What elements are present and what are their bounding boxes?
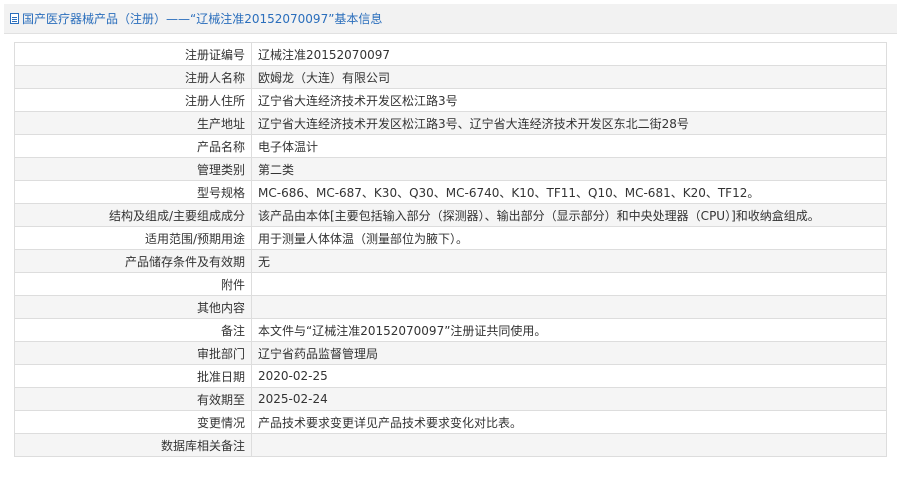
row-value xyxy=(251,295,887,319)
row-value: 欧姆龙（大连）有限公司 xyxy=(251,65,887,89)
table-row-storage-validity: 产品储存条件及有效期 无 xyxy=(14,249,887,273)
row-value: 产品技术要求变更详见产品技术要求变化对比表。 xyxy=(251,410,887,434)
table-row-structure-composition: 结构及组成/主要组成成分 该产品由本体[主要包括输入部分（探测器）、输出部分（显… xyxy=(14,203,887,227)
row-value: 辽宁省大连经济技术开发区松江路3号 xyxy=(251,88,887,112)
row-label: 审批部门 xyxy=(14,341,252,365)
detail-table-body: 注册证编号 辽械注准20152070097 注册人名称 欧姆龙（大连）有限公司 … xyxy=(14,42,887,457)
row-label: 变更情况 xyxy=(14,410,252,434)
detail-table: 注册证编号 辽械注准20152070097 注册人名称 欧姆龙（大连）有限公司 … xyxy=(14,42,887,457)
page-header: 国产医疗器械产品（注册）——“辽械注准20152070097”基本信息 xyxy=(4,4,897,34)
row-label: 其他内容 xyxy=(14,295,252,319)
table-row-intended-use: 适用范围/预期用途 用于测量人体体温（测量部位为腋下）。 xyxy=(14,226,887,250)
row-value: 本文件与“辽械注准20152070097”注册证共同使用。 xyxy=(251,318,887,342)
row-label: 管理类别 xyxy=(14,157,252,181)
row-label: 生产地址 xyxy=(14,111,252,135)
row-label: 数据库相关备注 xyxy=(14,433,252,457)
row-label: 备注 xyxy=(14,318,252,342)
row-value: 电子体温计 xyxy=(251,134,887,158)
row-label: 注册人名称 xyxy=(14,65,252,89)
row-value: 用于测量人体体温（测量部位为腋下）。 xyxy=(251,226,887,250)
table-row-production-address: 生产地址 辽宁省大连经济技术开发区松江路3号、辽宁省大连经济技术开发区东北二街2… xyxy=(14,111,887,135)
row-label: 型号规格 xyxy=(14,180,252,204)
table-row-change-status: 变更情况 产品技术要求变更详见产品技术要求变化对比表。 xyxy=(14,410,887,434)
table-row-attachment: 附件 xyxy=(14,272,887,296)
row-label: 批准日期 xyxy=(14,364,252,388)
row-value xyxy=(251,272,887,296)
row-value: 辽械注准20152070097 xyxy=(251,42,887,66)
table-row-other-content: 其他内容 xyxy=(14,295,887,319)
document-icon xyxy=(10,13,19,24)
row-value: 2020-02-25 xyxy=(251,364,887,388)
row-value: MC-686、MC-687、K30、Q30、MC-6740、K10、TF11、Q… xyxy=(251,180,887,204)
row-label: 附件 xyxy=(14,272,252,296)
row-label: 注册证编号 xyxy=(14,42,252,66)
row-value: 辽宁省药品监督管理局 xyxy=(251,341,887,365)
table-row-remarks: 备注 本文件与“辽械注准20152070097”注册证共同使用。 xyxy=(14,318,887,342)
table-row-product-name: 产品名称 电子体温计 xyxy=(14,134,887,158)
table-row-valid-until: 有效期至 2025-02-24 xyxy=(14,387,887,411)
row-label: 产品名称 xyxy=(14,134,252,158)
row-label: 适用范围/预期用途 xyxy=(14,226,252,250)
table-row-registrant-name: 注册人名称 欧姆龙（大连）有限公司 xyxy=(14,65,887,89)
table-row-approval-date: 批准日期 2020-02-25 xyxy=(14,364,887,388)
row-value: 2025-02-24 xyxy=(251,387,887,411)
row-label: 产品储存条件及有效期 xyxy=(14,249,252,273)
row-value: 无 xyxy=(251,249,887,273)
table-row-management-category: 管理类别 第二类 xyxy=(14,157,887,181)
row-value: 第二类 xyxy=(251,157,887,181)
table-row-database-remarks: 数据库相关备注 xyxy=(14,433,887,457)
table-row-model-spec: 型号规格 MC-686、MC-687、K30、Q30、MC-6740、K10、T… xyxy=(14,180,887,204)
row-value: 辽宁省大连经济技术开发区松江路3号、辽宁省大连经济技术开发区东北二街28号 xyxy=(251,111,887,135)
row-label: 结构及组成/主要组成成分 xyxy=(14,203,252,227)
row-label: 注册人住所 xyxy=(14,88,252,112)
row-value xyxy=(251,433,887,457)
row-value: 该产品由本体[主要包括输入部分（探测器）、输出部分（显示部分）和中央处理器（CP… xyxy=(251,203,887,227)
table-row-registrant-address: 注册人住所 辽宁省大连经济技术开发区松江路3号 xyxy=(14,88,887,112)
row-label: 有效期至 xyxy=(14,387,252,411)
table-row-approval-department: 审批部门 辽宁省药品监督管理局 xyxy=(14,341,887,365)
table-row-registration-number: 注册证编号 辽械注准20152070097 xyxy=(14,42,887,66)
page-title: 国产医疗器械产品（注册）——“辽械注准20152070097”基本信息 xyxy=(22,12,383,26)
